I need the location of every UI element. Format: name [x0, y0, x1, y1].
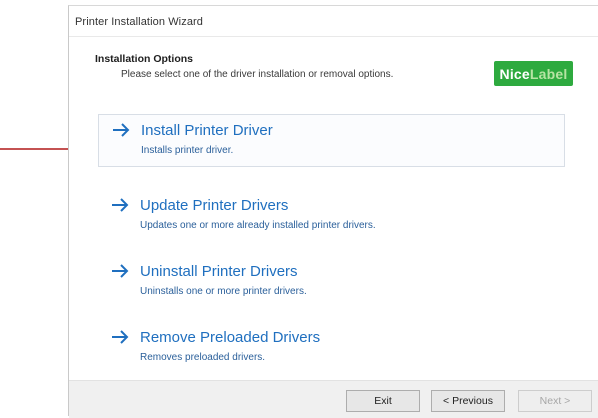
option-uninstall-printer-drivers[interactable]: Uninstall Printer Drivers Uninstalls one…: [98, 256, 565, 309]
arrow-right-icon: [112, 198, 129, 212]
arrow-right-icon: [112, 330, 129, 344]
option-description: Updates one or more already installed pr…: [140, 220, 376, 231]
page-description: Please select one of the driver installa…: [121, 69, 394, 80]
option-description: Installs printer driver.: [141, 145, 234, 156]
option-update-printer-drivers[interactable]: Update Printer Drivers Updates one or mo…: [98, 190, 565, 243]
option-description: Uninstalls one or more printer drivers.: [140, 286, 307, 297]
option-remove-preloaded-drivers[interactable]: Remove Preloaded Drivers Removes preload…: [98, 322, 565, 375]
option-description: Removes preloaded drivers.: [140, 352, 266, 363]
arrow-right-icon: [113, 123, 130, 137]
window-title: Printer Installation Wizard: [75, 16, 204, 28]
logo-text-part2: Label: [529, 65, 568, 82]
option-install-printer-driver[interactable]: Install Printer Driver Installs printer …: [98, 114, 565, 167]
option-title: Install Printer Driver: [141, 122, 273, 139]
option-title: Remove Preloaded Drivers: [140, 329, 321, 346]
installation-wizard-window: Printer Installation Wizard Installation…: [68, 5, 598, 418]
arrow-right-icon: [112, 264, 129, 278]
previous-button[interactable]: < Previous: [431, 390, 505, 412]
option-title: Uninstall Printer Drivers: [140, 263, 298, 280]
page-title: Installation Options: [95, 53, 194, 65]
next-button[interactable]: Next >: [518, 390, 592, 412]
nicelabel-logo: Nice Label: [494, 61, 573, 86]
title-bar: Printer Installation Wizard: [69, 6, 598, 37]
button-bar: Exit < Previous Next >: [69, 380, 598, 418]
exit-button[interactable]: Exit: [346, 390, 420, 412]
logo-text-part1: Nice: [499, 65, 530, 82]
option-title: Update Printer Drivers: [140, 197, 289, 214]
